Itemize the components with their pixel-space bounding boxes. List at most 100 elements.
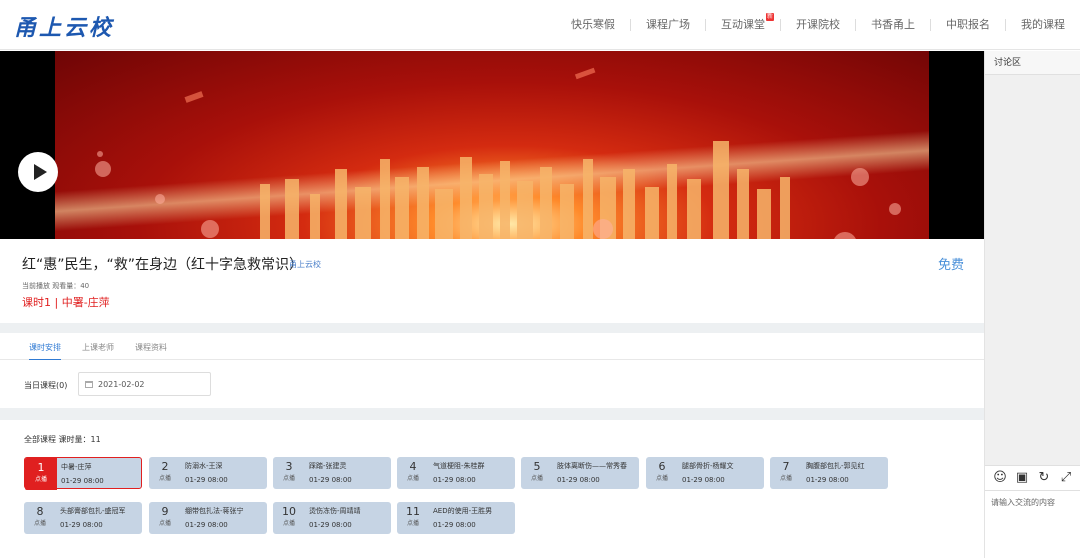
day-filter: 当日课程(0) 2021-02-02 [0,360,984,408]
nav-label: 书香甬上 [871,18,915,31]
lesson-time: 01-29 08:00 [61,477,104,485]
chat-input[interactable]: 请输入交流的内容 [985,491,1080,558]
lesson-number: 4 点播 [397,457,429,489]
lesson-time: 01-29 08:00 [806,476,849,484]
nav-item-schools[interactable]: 开课院校 [780,19,855,31]
today-courses-label: 当日课程(0) [24,381,68,390]
lesson-name: 中暑-庄萍 [61,463,92,471]
lesson-card[interactable]: 7 点播 胸腹部包扎-郭见红 01-29 08:00 [770,457,888,489]
lesson-time: 01-29 08:00 [682,476,725,484]
lesson-index: 10 [282,505,296,518]
tab-schedule[interactable]: 课时安排 [29,342,61,361]
smiley-icon[interactable]: ☺ [992,470,1008,486]
lesson-card[interactable]: 1 点播 中暑-庄萍 01-29 08:00 [24,457,142,490]
lesson-number: 7 点播 [770,457,802,489]
lesson-number: 11 点播 [397,502,429,534]
lesson-number: 6 点播 [646,457,678,489]
lesson-index: 5 [533,460,541,473]
new-badge: 新 [765,13,774,21]
lesson-index: 1 [37,461,45,474]
lesson-card[interactable]: 4 点播 气道梗阻-朱桂群 01-29 08:00 [397,457,515,489]
video-player[interactable] [0,51,984,239]
lesson-type: 点播 [282,475,295,482]
lesson-number: 3 点播 [273,457,305,489]
site-logo[interactable]: 甬上云校 [14,10,114,42]
lesson-time: 01-29 08:00 [309,521,352,529]
nav-item-reading[interactable]: 书香甬上 [855,19,930,31]
refresh-icon[interactable]: ↻ [1036,470,1052,486]
top-nav: 快乐寒假 课程广场 互动课堂新 开课院校 书香甬上 中职报名 我的课程 [556,0,1080,50]
lesson-name: 防溺水-王深 [185,462,223,470]
tab-teachers[interactable]: 上课老师 [82,342,114,353]
lesson-card[interactable]: 5 点播 肢体离断伤——常秀春 01-29 08:00 [521,457,639,489]
lesson-card[interactable]: 2 点播 防溺水-王深 01-29 08:00 [149,457,267,489]
nav-label: 开课院校 [796,18,840,31]
lesson-name: 绷带包扎法-蒋张宁 [185,507,244,515]
divider [0,323,984,333]
lesson-card[interactable]: 9 点播 绷带包扎法-蒋张宁 01-29 08:00 [149,502,267,534]
fullscreen-icon[interactable]: ⤢ [1058,470,1074,486]
lesson-type: 点播 [34,476,47,483]
lesson-name: 气道梗阻-朱桂群 [433,462,485,470]
lesson-number: 5 点播 [521,457,553,489]
nav-label: 中职报名 [946,18,990,31]
lesson-time: 01-29 08:00 [433,476,476,484]
lesson-card[interactable]: 11 点播 AED的使用-王胜男 01-29 08:00 [397,502,515,534]
lesson-card[interactable]: 10 点播 烫伤冻伤-周靖靖 01-29 08:00 [273,502,391,534]
lesson-type: 点播 [530,475,543,482]
course-info: 红“惠”民生，“救”在身边（红十字急救常识） 甬上云校 免费 当前播放 观看量：… [0,239,984,323]
header: 甬上云校 快乐寒假 课程广场 互动课堂新 开课院校 书香甬上 中职报名 我的课程 [0,0,1080,50]
lesson-name: 踩踏-张建灵 [309,462,347,470]
lesson-type: 点播 [406,520,419,527]
nav-item-course-plaza[interactable]: 课程广场 [630,19,705,31]
tab-materials[interactable]: 课程资料 [135,342,167,353]
lesson-time: 01-29 08:00 [433,521,476,529]
lesson-list: 全部课程 课时量：11 1 点播 中暑-庄萍 01-29 08:00 2 点播 防溺… [0,420,984,558]
lesson-index: 9 [161,505,169,518]
video-poster [55,51,929,239]
lesson-name: 头部膏部包扎-盛冠军 [60,507,126,515]
current-lesson: 课时1 | 中署-庄萍 [22,296,110,309]
city-skyline-graphic [95,67,901,239]
lesson-name: 腿部骨折-杨耀文 [682,462,734,470]
discussion-panel: 讨论区 ☺ ▣ ↻ ⤢ 请输入交流的内容 [984,51,1080,558]
nav-label: 快乐寒假 [571,18,615,31]
lesson-card[interactable]: 3 点播 踩踏-张建灵 01-29 08:00 [273,457,391,489]
nav-label: 互动课堂 [721,18,765,31]
lesson-time: 01-29 08:00 [185,476,228,484]
image-icon[interactable]: ▣ [1014,470,1030,486]
lesson-name: 烫伤冻伤-周靖靖 [309,507,361,515]
lesson-index: 6 [658,460,666,473]
lesson-type: 点播 [33,520,46,527]
lesson-card[interactable]: 8 点播 头部膏部包扎-盛冠军 01-29 08:00 [24,502,142,534]
nav-item-winter[interactable]: 快乐寒假 [556,19,630,31]
discussion-title: 讨论区 [985,51,1080,75]
lesson-card[interactable]: 6 点播 腿部骨折-杨耀文 01-29 08:00 [646,457,764,489]
school-link[interactable]: 甬上云校 [289,259,321,270]
lesson-index: 4 [409,460,417,473]
course-tabs: 课时安排 上课老师 课程资料 [0,333,984,361]
play-icon[interactable] [18,152,58,192]
lesson-time: 01-29 08:00 [60,521,103,529]
view-count: 当前播放 观看量：40 [22,282,90,290]
lesson-index: 11 [406,505,420,518]
lesson-index: 7 [782,460,790,473]
price-label: 免费 [938,258,965,273]
lesson-index: 8 [36,505,44,518]
lesson-number: 2 点播 [149,457,181,489]
divider [0,408,984,420]
lesson-number: 10 点播 [273,502,305,534]
nav-item-vocational-signup[interactable]: 中职报名 [930,19,1005,31]
lesson-type: 点播 [406,475,419,482]
nav-item-my-courses[interactable]: 我的课程 [1005,19,1080,31]
chat-toolbar: ☺ ▣ ↻ ⤢ [985,465,1080,491]
lesson-type: 点播 [158,475,171,482]
nav-label: 课程广场 [646,18,690,31]
lesson-index: 3 [285,460,293,473]
nav-item-interactive-class[interactable]: 互动课堂新 [705,13,780,31]
date-picker[interactable]: 2021-02-02 [78,372,211,396]
lesson-type: 点播 [779,475,792,482]
lesson-number: 1 点播 [25,458,57,490]
lesson-time: 01-29 08:00 [309,476,352,484]
lesson-type: 点播 [158,520,171,527]
